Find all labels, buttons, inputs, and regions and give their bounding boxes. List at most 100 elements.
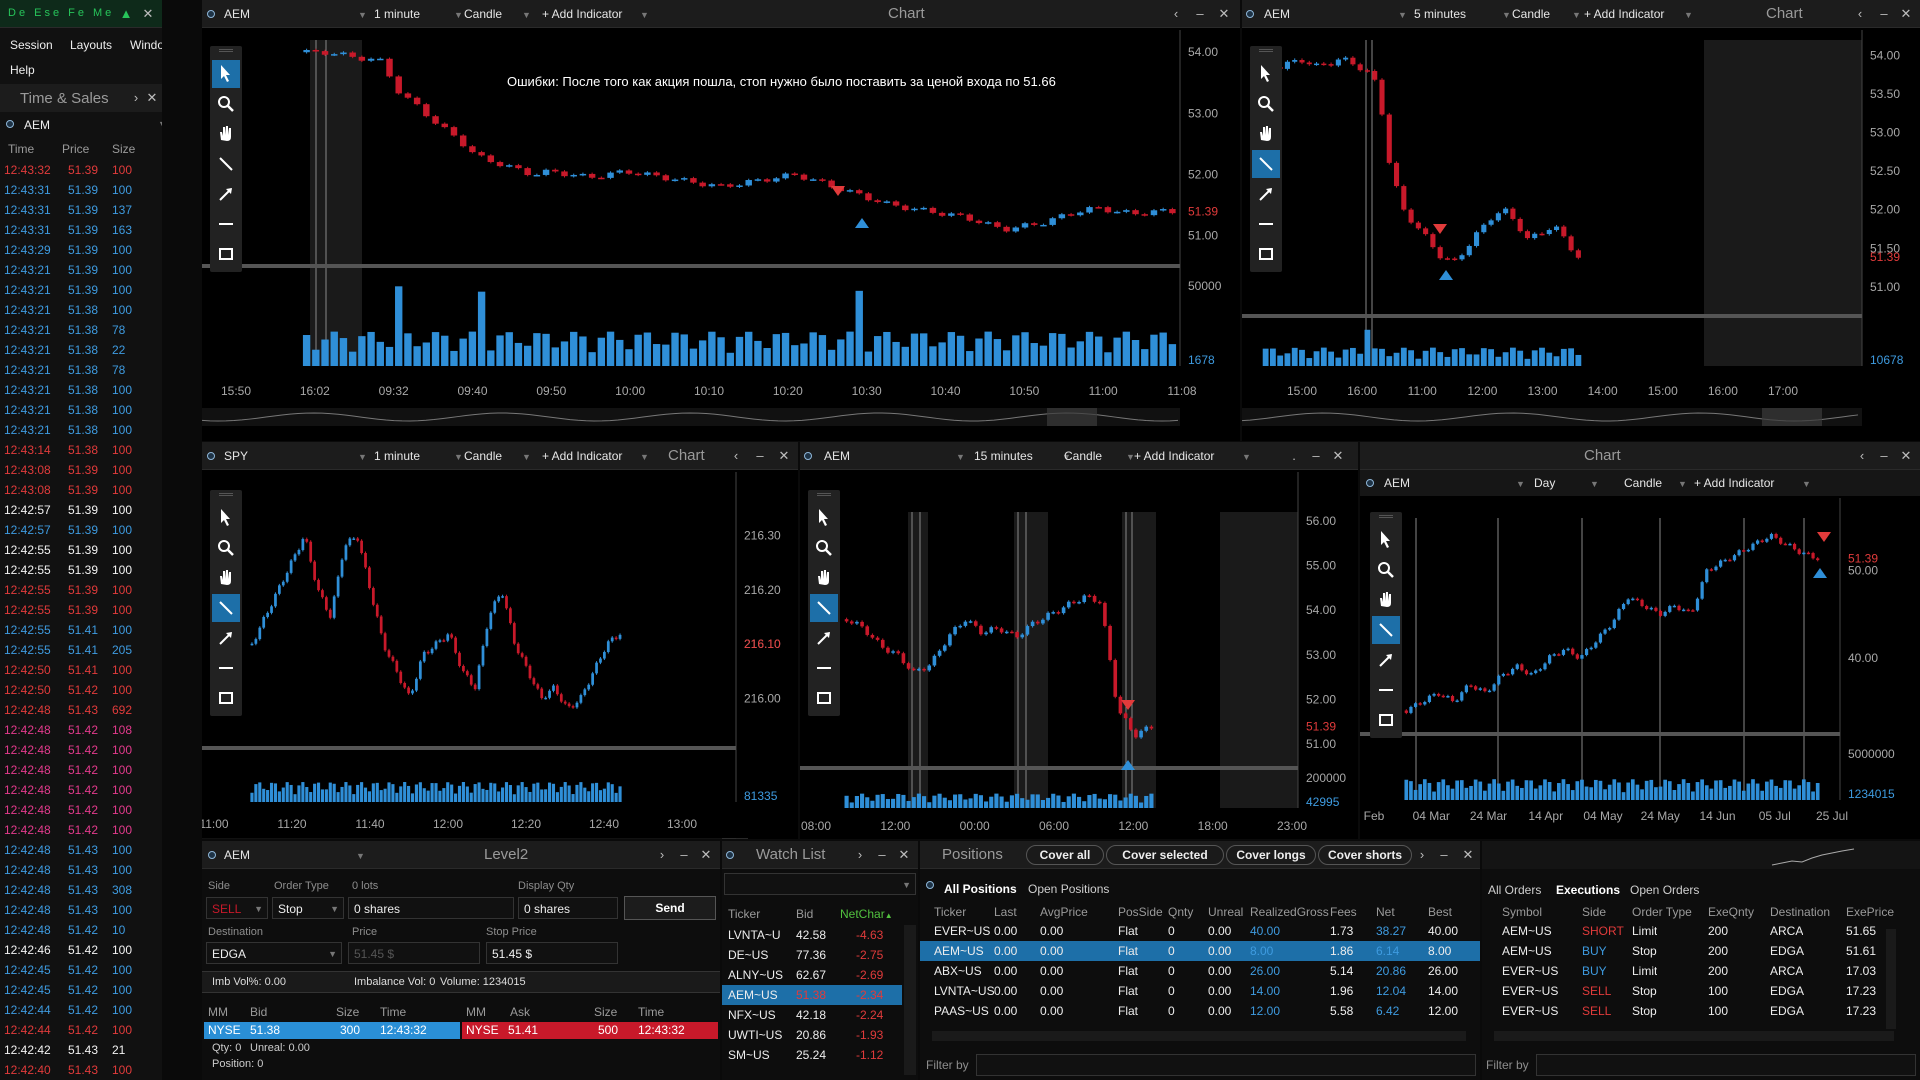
price-chart[interactable]: 216.30216.20216.10216.00216.108133511:00… — [202, 472, 798, 839]
close-icon[interactable]: ✕ — [1330, 442, 1346, 470]
column-header[interactable]: AvgPrice — [1040, 905, 1088, 919]
chevron-right-icon[interactable]: › — [128, 84, 144, 112]
magnifier-tool[interactable] — [212, 534, 240, 562]
watch-list-row[interactable]: UWTI~US 20.86 -1.93 — [722, 1025, 902, 1045]
menu-session[interactable]: Session — [10, 38, 53, 52]
add-indicator-button[interactable]: + Add Indicator — [1134, 442, 1214, 470]
send-button[interactable]: Send — [624, 896, 716, 920]
position-row[interactable]: AEM~US 0.00 0.00 Flat 0 0.00 8.00 1.86 6.14 8.00 — [920, 941, 1480, 961]
chart-type-selector[interactable]: Candle — [464, 442, 502, 470]
execution-row[interactable]: EVER~US SELL Stop 100 EDGA 17.23 — [1482, 981, 1902, 1001]
column-header[interactable]: Net — [1376, 905, 1395, 919]
chevron-down-icon[interactable]: ▼ — [158, 119, 162, 129]
hand-tool[interactable] — [212, 564, 240, 592]
chevron-down-icon[interactable]: ▼ — [358, 452, 367, 462]
chevron-down-icon[interactable]: ▼ — [1572, 10, 1581, 20]
minimize-icon[interactable]: – — [752, 442, 768, 470]
chevron-left-icon[interactable]: ‹ — [1854, 442, 1870, 470]
rectangle-tool[interactable] — [212, 684, 240, 712]
execution-row[interactable]: AEM~US SHORT Limit 200 ARCA 51.65 — [1482, 921, 1902, 941]
arrow-tool-tool[interactable] — [1372, 646, 1400, 674]
column-header[interactable]: Unreal — [1208, 905, 1243, 919]
tab-open-orders[interactable]: Open Orders — [1630, 883, 1699, 897]
interval-selector[interactable]: 1 minute — [374, 0, 420, 28]
minimize-icon[interactable]: – — [1876, 0, 1892, 28]
chevron-down-icon[interactable]: ▼ — [956, 452, 965, 462]
collapse-icon[interactable]: ▲ — [118, 0, 134, 28]
hand-tool[interactable] — [1372, 586, 1400, 614]
watch-list-scrollbar[interactable] — [904, 925, 916, 1075]
tab-executions[interactable]: Executions — [1556, 883, 1620, 897]
close-icon[interactable]: ✕ — [1216, 0, 1232, 28]
magnifier-tool[interactable] — [810, 534, 838, 562]
add-indicator-button[interactable]: + Add Indicator — [1584, 0, 1664, 28]
line-tool-tool[interactable] — [212, 150, 240, 178]
execution-row[interactable]: AEM~US BUY Stop 200 EDGA 51.61 — [1482, 941, 1902, 961]
close-icon[interactable]: ✕ — [896, 841, 912, 869]
tab-all-orders[interactable]: All Orders — [1488, 883, 1541, 897]
link-pin-icon[interactable] — [1246, 10, 1254, 18]
column-header[interactable]: Symbol — [1502, 905, 1542, 919]
close-icon[interactable]: ✕ — [776, 442, 792, 470]
horizontal-line-tool[interactable] — [1372, 676, 1400, 704]
minimize-icon[interactable]: – — [1192, 0, 1208, 28]
link-pin-icon[interactable] — [804, 452, 812, 460]
link-pin-icon[interactable] — [207, 10, 215, 18]
line-tool-tool[interactable] — [1372, 616, 1400, 644]
line-tool-tool[interactable] — [1252, 150, 1280, 178]
chevron-down-icon[interactable]: ▼ — [1802, 479, 1811, 489]
column-header[interactable]: Ticker — [934, 905, 966, 919]
minimize-icon[interactable]: – — [1436, 841, 1452, 869]
horizontal-line-tool[interactable] — [212, 654, 240, 682]
netchange-header[interactable]: NetChar▲ — [840, 907, 893, 921]
close-icon[interactable]: ✕ — [140, 0, 156, 28]
price-chart[interactable]: 54.0053.5053.0052.5052.0051.5051.0051.39… — [1242, 30, 1920, 441]
chevron-down-icon[interactable]: ▼ — [1678, 479, 1687, 489]
display-qty-input[interactable]: 0 shares — [518, 897, 618, 919]
pointer-tool[interactable] — [1252, 60, 1280, 88]
column-header[interactable]: Order Type — [1632, 905, 1692, 919]
interval-selector[interactable]: 1 minute — [374, 442, 420, 470]
rectangle-tool[interactable] — [1252, 240, 1280, 268]
price-chart[interactable]: 54.00 53.00 52.00 51.00 51.39 50000 1678 15:50 1… — [202, 30, 1240, 441]
position-row[interactable]: ABX~US 0.00 0.00 Flat 0 0.00 26.00 5.14 20.86 26.… — [920, 961, 1480, 981]
hand-tool[interactable] — [1252, 120, 1280, 148]
position-row[interactable]: EVER~US 0.00 0.00 Flat 0 0.00 40.00 1.73 38.27 40… — [920, 921, 1480, 941]
chevron-left-icon[interactable]: ‹ — [728, 442, 744, 470]
column-header[interactable]: Side — [1582, 905, 1606, 919]
chevron-down-icon[interactable]: ▼ — [1398, 10, 1407, 20]
chevron-down-icon[interactable]: ▼ — [454, 452, 463, 462]
symbol-selector[interactable]: SPY — [224, 442, 248, 470]
toolbar-grip[interactable] — [1379, 515, 1393, 518]
chevron-left-icon[interactable]: ‹ — [1168, 0, 1184, 28]
chevron-down-icon[interactable]: ▼ — [522, 452, 531, 462]
close-icon[interactable]: ✕ — [1898, 442, 1914, 470]
arrow-tool-tool[interactable] — [1252, 180, 1280, 208]
stop-price-input[interactable]: 51.45 $ — [486, 942, 618, 964]
chevron-down-icon[interactable]: ▼ — [1516, 479, 1525, 489]
chart-type-selector[interactable]: Candle — [1064, 442, 1102, 470]
magnifier-tool[interactable] — [1252, 90, 1280, 118]
add-indicator-button[interactable]: + Add Indicator — [542, 0, 622, 28]
orders-hscrollbar[interactable] — [1494, 1031, 1894, 1041]
close-icon[interactable]: ✕ — [698, 841, 714, 869]
execution-row[interactable]: EVER~US SELL Stop 100 EDGA 17.23 — [1482, 1001, 1902, 1021]
minimize-icon[interactable]: – — [676, 841, 692, 869]
orders-vscrollbar[interactable] — [1886, 929, 1896, 1029]
chevron-down-icon[interactable]: ▼ — [640, 452, 649, 462]
chevron-down-icon[interactable]: ▼ — [1590, 479, 1599, 489]
positions-filter-input[interactable] — [976, 1054, 1476, 1076]
order-type-select[interactable]: Stop ▼ — [272, 897, 344, 919]
chart-type-selector[interactable]: Candle — [1512, 0, 1550, 28]
cover-all-button[interactable]: Cover all — [1026, 845, 1104, 865]
close-icon[interactable]: ✕ — [144, 84, 160, 112]
column-header[interactable]: Fees — [1330, 905, 1357, 919]
line-tool-tool[interactable] — [212, 594, 240, 622]
column-header[interactable]: ExePrice — [1846, 905, 1894, 919]
more-icon[interactable]: . — [1286, 442, 1302, 470]
chevron-right-icon[interactable]: › — [852, 841, 868, 869]
chart-type-selector[interactable]: Candle — [464, 0, 502, 28]
position-row[interactable]: LVNTA~US 0.00 0.00 Flat 0 0.00 14.00 1.96 12.04 1… — [920, 981, 1480, 1001]
watch-list-row[interactable]: LVNTA~U 42.58 -4.63 — [722, 925, 902, 945]
chevron-down-icon[interactable]: ▼ — [356, 851, 365, 861]
